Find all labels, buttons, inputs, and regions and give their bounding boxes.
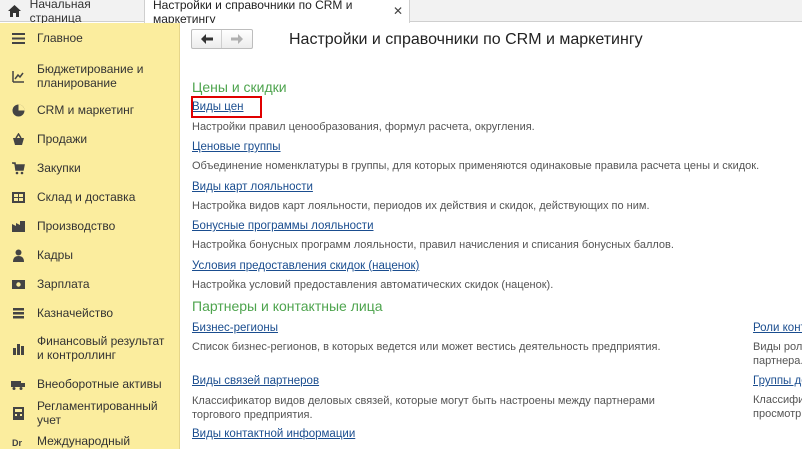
link-contact-roles[interactable]: Роли конт	[753, 322, 802, 334]
nav-buttons	[191, 29, 253, 49]
sidebar-item-hr[interactable]: Кадры	[0, 247, 180, 263]
sidebar-item-label: Международный	[37, 434, 131, 448]
sidebar-item-label: Внеоборотные активы	[37, 377, 162, 391]
link-price-groups[interactable]: Ценовые группы	[192, 141, 281, 153]
menu-icon	[11, 31, 25, 45]
sidebar-item-label: Бюджетирование и планирование	[37, 62, 144, 90]
sidebar-item-label: Регламентированный учет	[37, 399, 158, 427]
sidebar-item-main[interactable]: Главное	[0, 30, 180, 46]
link-contact-info-types[interactable]: Виды контактной информации	[192, 428, 355, 440]
sidebar: Главное Бюджетирование и планирование CR…	[0, 23, 180, 449]
desc-price-groups: Объединение номенклатуры в группы, для к…	[192, 160, 760, 172]
desc-contact-roles-line1: Виды рол	[753, 341, 802, 353]
salary-icon	[11, 277, 25, 291]
arrow-right-icon	[231, 34, 243, 44]
sidebar-item-label: Продажи	[37, 132, 88, 146]
desc-access-groups-line2: просмотр,	[753, 408, 802, 420]
treasury-icon	[11, 306, 25, 320]
desc-loyalty-card-types: Настройка видов карт лояльности, периодо…	[192, 200, 650, 212]
tab-crm-settings[interactable]: Настройки и справочники по CRM и маркети…	[144, 0, 410, 26]
tab-active-label: Настройки и справочники по CRM и маркети…	[153, 0, 353, 26]
desc-bonus-programs: Настройка бонусных программ лояльности, …	[192, 239, 674, 251]
sidebar-item-label: Кадры	[37, 248, 73, 262]
sidebar-item-label: Склад и доставка	[37, 190, 136, 204]
section-title-prices: Цены и скидки	[192, 79, 287, 95]
sidebar-item-purchases[interactable]: Закупки	[0, 160, 180, 176]
person-icon	[11, 248, 25, 262]
cart-icon	[11, 161, 25, 175]
tab-home[interactable]: Начальная страница	[0, 0, 143, 25]
sidebar-item-salary[interactable]: Зарплата	[0, 276, 180, 292]
section-title-partners: Партнеры и контактные лица	[192, 298, 383, 314]
link-bonus-programs[interactable]: Бонусные программы лояльности	[192, 220, 374, 232]
sidebar-item-production[interactable]: Производство	[0, 218, 180, 234]
warehouse-icon	[11, 190, 25, 204]
desc-access-groups-line1: Классифи	[753, 394, 802, 406]
sidebar-item-treasury[interactable]: Казначейство	[0, 305, 180, 321]
link-loyalty-card-types[interactable]: Виды карт лояльности	[192, 181, 313, 193]
sidebar-item-warehouse[interactable]: Склад и доставка	[0, 189, 180, 205]
sidebar-item-fixed-assets[interactable]: Внеоборотные активы	[0, 376, 180, 392]
link-partner-relation-types[interactable]: Виды связей партнеров	[192, 375, 319, 387]
close-icon[interactable]: ✕	[393, 4, 403, 18]
tab-bar: Начальная страница Настройки и справочни…	[0, 0, 802, 26]
sidebar-item-sales[interactable]: Продажи	[0, 131, 180, 147]
chart-icon	[11, 341, 25, 355]
sidebar-item-crm[interactable]: CRM и маркетинг	[0, 102, 180, 118]
factory-icon	[11, 219, 25, 233]
highlight-box	[191, 96, 262, 118]
link-discount-conditions[interactable]: Условия предоставления скидок (наценок)	[192, 260, 419, 272]
pie-chart-icon	[11, 103, 25, 117]
sidebar-item-label: Производство	[37, 219, 116, 233]
back-button[interactable]	[192, 30, 223, 48]
sidebar-item-label: CRM и маркетинг	[37, 103, 135, 117]
desc-price-types: Настройки правил ценообразования, формул…	[192, 121, 535, 133]
sidebar-item-financial-result[interactable]: Финансовый результат и контроллинг	[0, 333, 180, 363]
calculator-icon	[11, 406, 25, 420]
desc-contact-roles-line2: партнера.	[753, 355, 802, 367]
sidebar-item-international[interactable]: Dr Международный	[0, 433, 180, 449]
assets-icon	[11, 377, 25, 391]
svg-text:Dr: Dr	[12, 438, 22, 448]
tab-home-label: Начальная страница	[29, 0, 91, 25]
page-title: Настройки и справочники по CRM и маркети…	[289, 31, 643, 48]
sidebar-item-regulated-accounting[interactable]: Регламентированный учет	[0, 399, 180, 427]
home-icon	[8, 4, 22, 18]
desc-discount-conditions: Настройка условий предоставления автомат…	[192, 279, 554, 291]
sales-icon	[11, 132, 25, 146]
link-business-regions[interactable]: Бизнес-регионы	[192, 322, 278, 334]
sidebar-item-label: Финансовый результат и контроллинг	[37, 334, 165, 362]
arrow-left-icon	[200, 34, 213, 44]
international-icon: Dr	[11, 434, 25, 448]
sidebar-item-label: Главное	[37, 31, 83, 45]
budget-icon	[11, 69, 25, 83]
sidebar-item-label: Зарплата	[37, 277, 90, 291]
desc-business-regions: Список бизнес-регионов, в которых ведетс…	[192, 341, 661, 353]
sidebar-item-label: Казначейство	[37, 306, 114, 320]
desc-partner-relation-types: Классификатор видов деловых связей, кото…	[192, 395, 655, 421]
forward-button[interactable]	[222, 30, 252, 48]
sidebar-item-budgeting[interactable]: Бюджетирование и планирование	[0, 61, 180, 91]
sidebar-item-label: Закупки	[37, 161, 81, 175]
link-access-groups[interactable]: Группы до	[753, 375, 802, 387]
